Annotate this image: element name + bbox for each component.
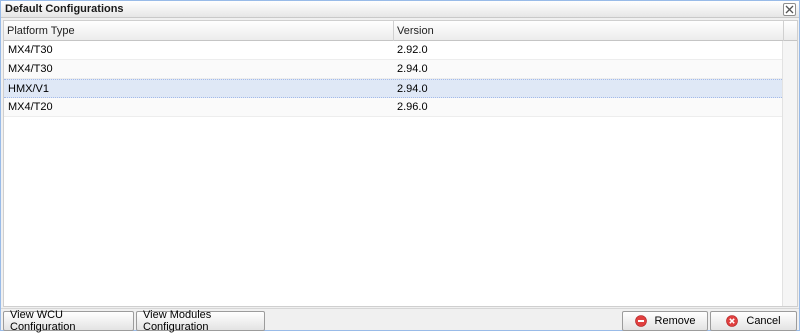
dialog-titlebar: Default Configurations [1, 1, 799, 18]
remove-label: Remove [654, 315, 696, 327]
minus-circle-icon [634, 315, 647, 327]
table-row[interactable]: MX4/T20 2.96.0 [4, 98, 782, 117]
cancel-button[interactable]: Cancel [710, 311, 797, 331]
close-button[interactable] [783, 3, 796, 16]
configurations-grid: Platform Type Version MX4/T30 2.92.0 MX4… [3, 20, 798, 307]
version-cell: 2.94.0 [397, 63, 428, 75]
dialog-title: Default Configurations [5, 3, 124, 15]
table-row[interactable]: MX4/T30 2.94.0 [4, 60, 782, 79]
column-header-filler [784, 21, 797, 41]
remove-button[interactable]: Remove [622, 311, 708, 331]
table-row[interactable]: MX4/T30 2.92.0 [4, 41, 782, 60]
column-header-platform-type[interactable]: Platform Type [4, 21, 394, 41]
platform-cell: HMX/V1 [8, 83, 49, 95]
default-configurations-dialog: Default Configurations Platform Type Ver… [0, 0, 800, 333]
version-cell: 2.92.0 [397, 44, 428, 56]
cancel-label: Cancel [746, 315, 781, 327]
column-header-version[interactable]: Version [394, 21, 784, 41]
vertical-scrollbar[interactable] [782, 41, 797, 306]
grid-rows: MX4/T30 2.92.0 MX4/T30 2.94.0 HMX/V1 2.9… [4, 41, 782, 117]
version-cell: 2.94.0 [397, 83, 428, 95]
platform-cell: MX4/T30 [8, 44, 53, 56]
cancel-circle-icon [726, 315, 739, 327]
view-modules-configuration-label: View Modules Configuration [143, 309, 212, 333]
version-cell: 2.96.0 [397, 101, 428, 113]
platform-cell: MX4/T20 [8, 101, 53, 113]
close-icon [785, 5, 794, 14]
table-row-selected[interactable]: HMX/V1 2.94.0 [4, 79, 782, 98]
view-wcu-configuration-button[interactable]: View WCU Configuration [3, 309, 134, 333]
view-wcu-configuration-label: View WCU Configuration [10, 309, 76, 333]
platform-cell: MX4/T30 [8, 63, 53, 75]
view-modules-configuration-button[interactable]: View Modules Configuration [136, 309, 265, 333]
bottom-toolbar: View WCU Configuration View Modules Conf… [1, 308, 799, 333]
grid-header: Platform Type Version [4, 21, 797, 41]
